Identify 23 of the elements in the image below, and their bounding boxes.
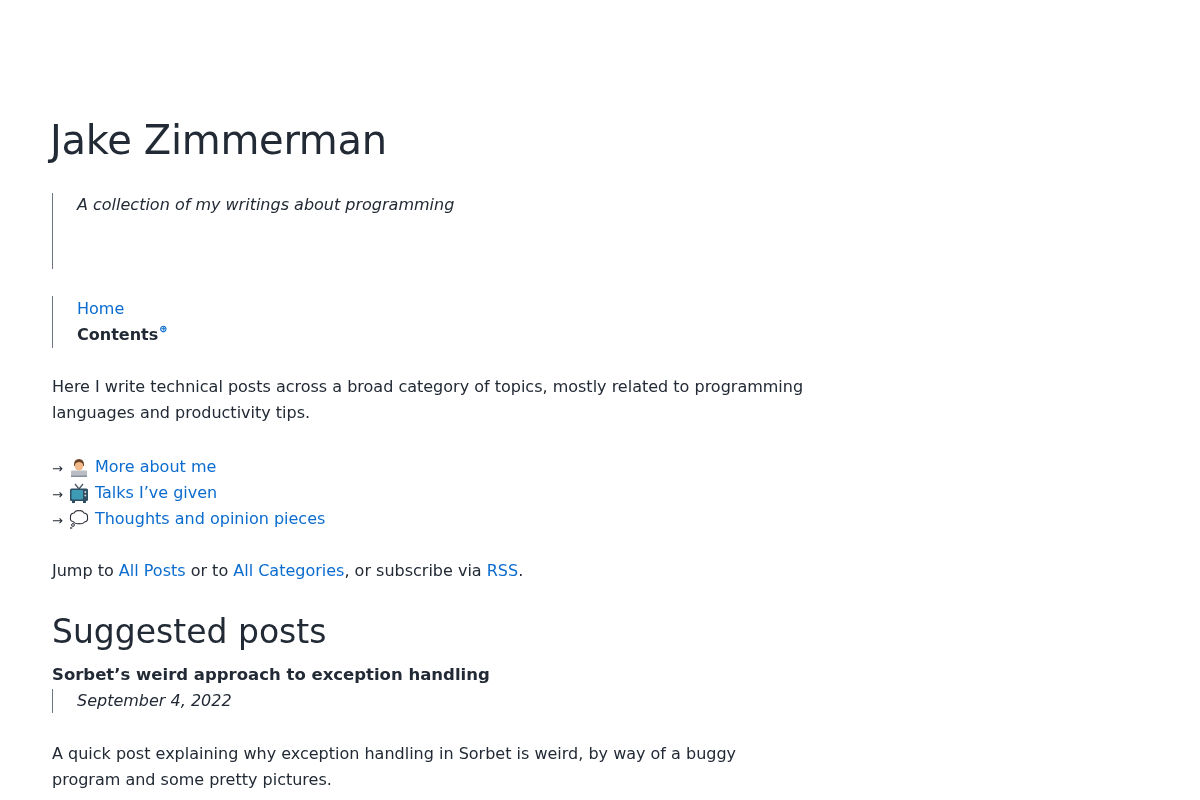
arrow-marker: → [52,511,63,530]
post-title[interactable]: Sorbet’s weird approach to exception handling [52,662,490,688]
jump-sentence: Jump to All Posts or to All Categories, or subscribe via RSS. [52,560,524,582]
page-link[interactable]: More about me [94,455,217,479]
site-tagline: A collection of my writings about programming [77,194,455,216]
intro-paragraph: Here I write technical posts across a broad category of topics, mostly related to programming languages and productivity tips. [52,376,805,424]
technologist-icon [68,457,89,477]
inline-link[interactable]: All Posts [118,561,186,580]
site-title: Jake Zimmerman [50,116,387,165]
thought-bubble-icon [68,509,89,529]
section-heading: Suggested posts [52,611,327,653]
inline-link[interactable]: RSS [486,561,519,580]
expand-toggle[interactable]: ⊕ [159,324,168,334]
page-link[interactable]: Thoughts and opinion pieces [94,507,326,531]
nav-link[interactable]: Contents [77,322,159,348]
arrow-marker: → [52,485,63,504]
nav-link[interactable]: Home [77,296,125,322]
post-date: September 4, 2022 [77,690,232,712]
television-icon [68,483,89,503]
page-link[interactable]: Talks I’ve given [94,481,218,505]
inline-link[interactable]: All Categories [233,561,345,580]
arrow-marker: → [52,459,63,478]
post-summary: A quick post explaining why exception handling in Sorbet is weird, by way of a buggy program and some pretty pictures. [52,743,738,791]
